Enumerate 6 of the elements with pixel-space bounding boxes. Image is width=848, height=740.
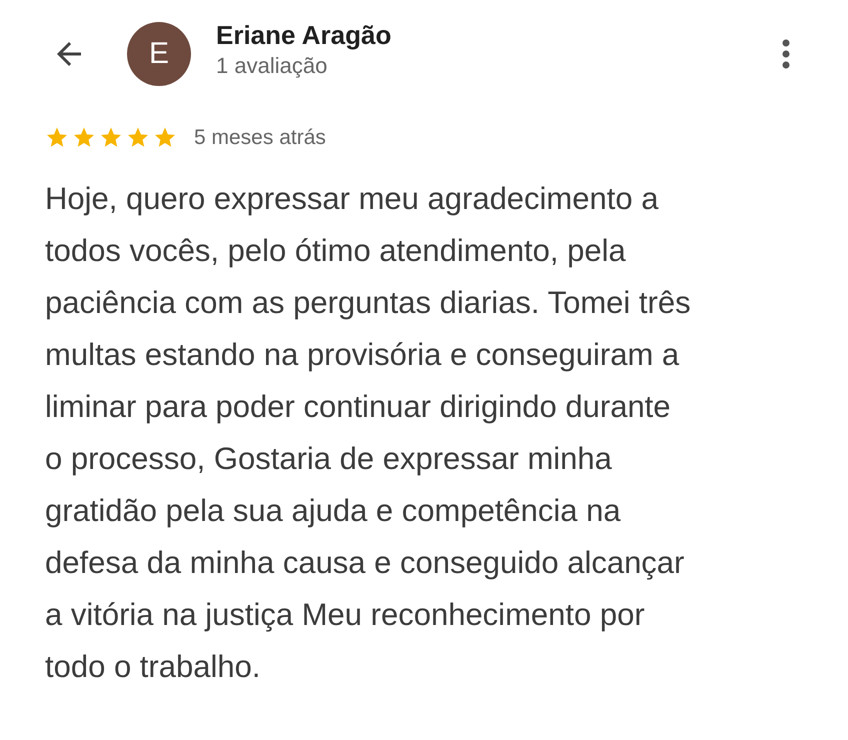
reviewer-name: Eriane Aragão [216,20,392,50]
avatar: E [127,22,191,86]
review-text: Hoje, quero expressar meu agradecimento a todos vocês, pelo ótimo atendimento, pela paciência com as perguntas diarias. Tomei três multas estando na provisória e conseguiram a liminar para poder continuar dirigindo durante o processo, Gostaria de expressar minha gratidão pela sua ajuda e competência na defesa da minha causa e conseguido alcançar a vitória na justiça Meu reconhecimento por todo o trabalho. [45,180,692,686]
more-options-icon[interactable] [782,39,790,69]
review-count: 1 avaliação [216,52,328,78]
review-time: 5 meses atrás [194,126,326,150]
